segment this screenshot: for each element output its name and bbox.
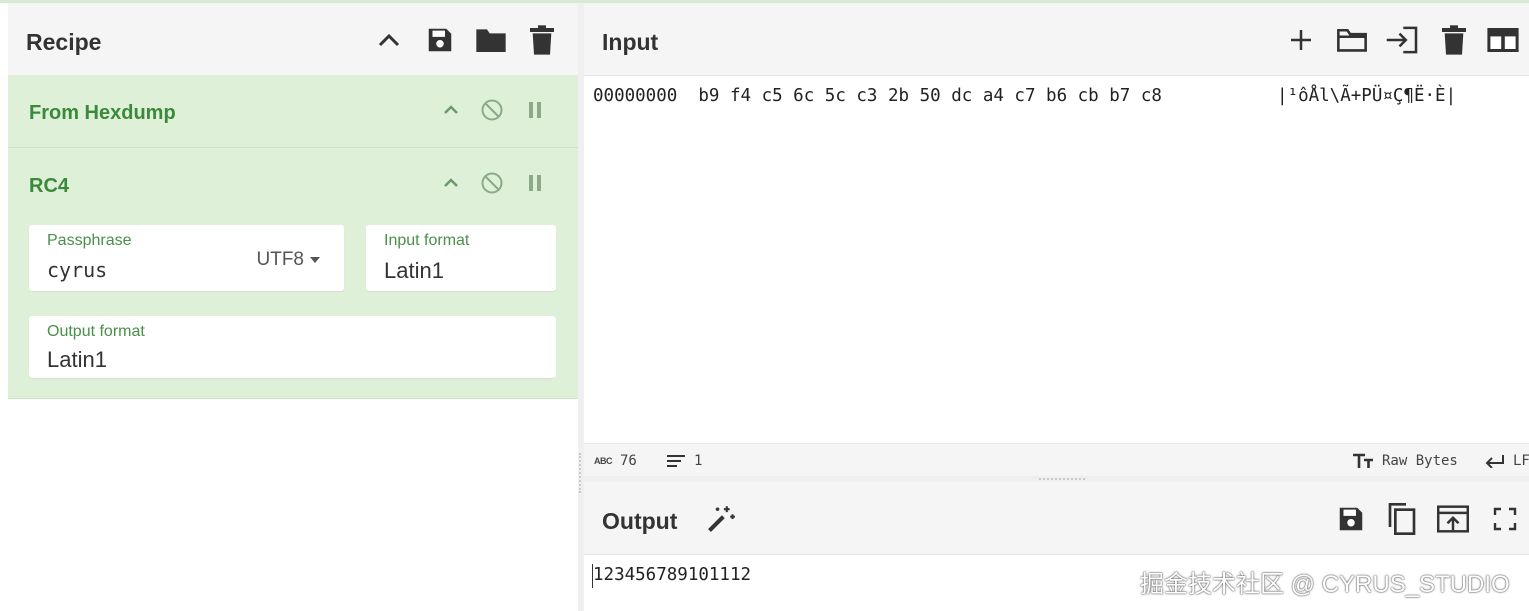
input-format-label: Input format — [384, 232, 470, 249]
recipe-pane: Recipe From Hexdump RC4 Passphrase cyrus… — [8, 3, 578, 611]
clear-input-trash-icon[interactable] — [1437, 23, 1471, 57]
output-format-label: Output format — [47, 323, 145, 340]
disable-icon[interactable] — [479, 170, 505, 196]
eol-value: LF — [1513, 453, 1529, 469]
save-output-icon[interactable] — [1334, 502, 1368, 536]
operation-title: From Hexdump — [29, 102, 176, 124]
input-status-bar: ABC 76 1 Raw Bytes LF — [584, 443, 1529, 477]
chevron-up-icon[interactable] — [372, 23, 406, 57]
output-pane: Output 123456789101112 掘金技术社区 @ CYRUS_ST… — [584, 482, 1529, 611]
chevron-up-icon[interactable] — [438, 97, 464, 123]
watermark: 掘金技术社区 @ CYRUS_STUDIO — [1140, 571, 1510, 598]
encoding-value: Raw Bytes — [1382, 453, 1458, 469]
recipe-header: Recipe — [8, 3, 578, 76]
input-pane: Input 00000000 b9 f4 c5 6c 5c c3 2b 50 d… — [584, 3, 1529, 477]
passphrase-field[interactable]: Passphrase cyrus UTF8 — [29, 225, 344, 291]
encoding-selector[interactable]: Raw Bytes — [1352, 453, 1458, 469]
output-text[interactable]: 123456789101112 — [593, 565, 751, 585]
output-format-field[interactable]: Output format Latin1 — [29, 316, 556, 378]
caret-down-icon — [310, 257, 320, 263]
input-format-field[interactable]: Input format Latin1 — [366, 225, 556, 291]
passphrase-encoding-dropdown[interactable]: UTF8 — [256, 249, 320, 271]
input-hex-text[interactable]: 00000000 b9 f4 c5 6c 5c c3 2b 50 dc a4 c… — [593, 86, 1162, 106]
disable-icon[interactable] — [479, 97, 505, 123]
output-format-value[interactable]: Latin1 — [47, 347, 107, 373]
passphrase-label: Passphrase — [47, 232, 132, 249]
pause-icon[interactable] — [522, 97, 548, 123]
text-type-icon — [1353, 453, 1373, 468]
copy-output-icon[interactable] — [1385, 502, 1419, 536]
lines-value: 1 — [694, 453, 703, 469]
operation-rc4[interactable]: RC4 Passphrase cyrus UTF8 Input format L… — [8, 148, 578, 398]
recipe-title: Recipe — [26, 29, 102, 55]
input-header: Input — [584, 3, 1529, 76]
pause-icon[interactable] — [522, 170, 548, 196]
splitter-grip[interactable] — [1039, 478, 1085, 480]
chevron-up-icon[interactable] — [438, 170, 464, 196]
reset-layout-icon[interactable] — [1486, 23, 1520, 57]
operation-from-hexdump[interactable]: From Hexdump — [8, 75, 578, 148]
load-recipe-folder-icon[interactable] — [474, 23, 508, 57]
open-folder-import-icon[interactable] — [1385, 23, 1419, 57]
lines-indicator: 1 — [666, 453, 702, 469]
recipe-operation-list: From Hexdump RC4 Passphrase cyrus UTF8 I… — [8, 75, 578, 399]
clear-recipe-trash-icon[interactable] — [525, 23, 559, 57]
length-indicator: ABC 76 — [594, 453, 637, 469]
maximize-icon[interactable] — [1488, 502, 1522, 536]
lines-icon — [667, 455, 685, 467]
length-value: 76 — [620, 453, 637, 469]
save-recipe-icon[interactable] — [423, 23, 457, 57]
operation-title: RC4 — [29, 175, 70, 197]
splitter-grip[interactable] — [579, 453, 583, 493]
add-tab-plus-icon[interactable] — [1284, 23, 1318, 57]
open-file-folder-icon[interactable] — [1335, 23, 1369, 57]
passphrase-input[interactable]: cyrus — [47, 258, 107, 282]
output-title: Output — [602, 508, 678, 534]
eol-selector[interactable]: LF — [1485, 453, 1529, 469]
return-icon — [1485, 455, 1504, 468]
passphrase-encoding-value: UTF8 — [256, 249, 305, 270]
abc-icon: ABC — [594, 456, 613, 466]
input-ascii-text[interactable]: |¹ôÅl\Ã+PÜ¤Ç¶Ë·È| — [1277, 86, 1456, 106]
magic-wand-icon[interactable] — [704, 502, 738, 536]
output-header: Output — [584, 482, 1529, 555]
input-format-value[interactable]: Latin1 — [384, 258, 444, 284]
replace-input-icon[interactable] — [1436, 502, 1470, 536]
input-title: Input — [602, 29, 659, 55]
